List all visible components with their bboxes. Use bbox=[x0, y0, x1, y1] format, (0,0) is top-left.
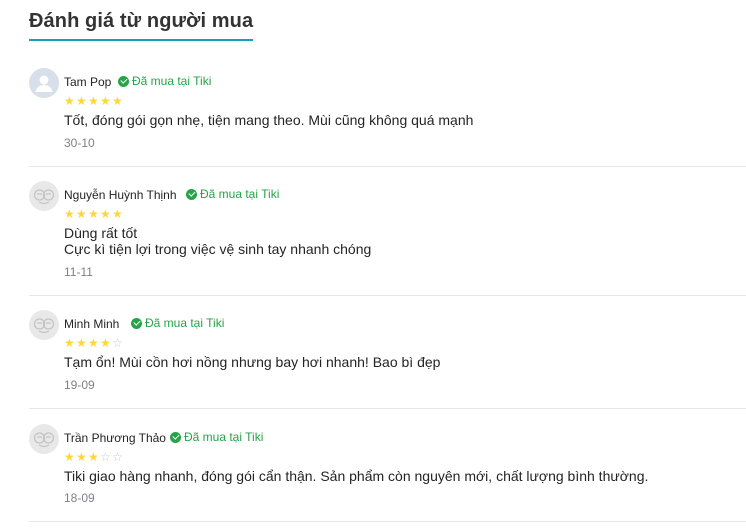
section-title: Đánh giá từ người mua bbox=[29, 10, 254, 41]
star-filled-icon: ★ bbox=[112, 94, 123, 108]
verified-purchase-label: Đã mua tại Tiki bbox=[132, 74, 212, 88]
review-item: Tam Pop Đã mua tại Tiki ★ ★ ★ ★ ★ Tốt, đ… bbox=[29, 68, 746, 167]
rating-stars: ★ ★ ★ ★ ☆ bbox=[64, 337, 124, 349]
star-filled-icon: ★ bbox=[64, 336, 75, 350]
star-filled-icon: ★ bbox=[64, 94, 75, 108]
review-item: Nguyễn Huỳnh Thịnh Đã mua tại Tiki ★ ★ ★… bbox=[29, 181, 746, 296]
verified-purchase-label: Đã mua tại Tiki bbox=[200, 187, 280, 201]
check-circle-icon bbox=[118, 75, 129, 87]
reviewer-name: Nguyễn Huỳnh Thịnh bbox=[64, 188, 177, 202]
star-filled-icon: ★ bbox=[100, 94, 111, 108]
reviewer-name: Minh Minh bbox=[64, 317, 120, 331]
star-empty-icon: ☆ bbox=[112, 336, 123, 350]
verified-purchase-badge: Đã mua tại Tiki bbox=[186, 187, 279, 201]
star-filled-icon: ★ bbox=[88, 450, 99, 464]
star-filled-icon: ★ bbox=[88, 336, 99, 350]
verified-purchase-label: Đã mua tại Tiki bbox=[184, 430, 264, 444]
star-filled-icon: ★ bbox=[76, 94, 87, 108]
check-circle-icon bbox=[131, 317, 142, 329]
review-date: 18-09 bbox=[64, 491, 95, 505]
star-filled-icon: ★ bbox=[88, 207, 99, 221]
star-filled-icon: ★ bbox=[112, 207, 123, 221]
rating-stars: ★ ★ ★ ★ ★ bbox=[64, 95, 124, 107]
review-text: Dùng rất tốt bbox=[64, 225, 138, 241]
default-avatar-icon bbox=[29, 424, 59, 454]
review-text: Tốt, đóng gói gọn nhẹ, tiện mang theo. M… bbox=[64, 112, 474, 128]
review-date: 30-10 bbox=[64, 136, 95, 150]
review-text: Cực kì tiện lợi trong việc vệ sinh tay n… bbox=[64, 241, 372, 257]
star-filled-icon: ★ bbox=[76, 450, 87, 464]
check-circle-icon bbox=[186, 188, 197, 200]
review-text: Tiki giao hàng nhanh, đóng gói cẩn thận.… bbox=[64, 468, 649, 484]
star-filled-icon: ★ bbox=[76, 336, 87, 350]
reviews-section: Đánh giá từ người mua Tam Pop Đã mua tại… bbox=[0, 0, 746, 528]
verified-purchase-badge: Đã mua tại Tiki bbox=[131, 316, 224, 330]
star-filled-icon: ★ bbox=[100, 336, 111, 350]
review-date: 11-11 bbox=[64, 265, 93, 279]
star-filled-icon: ★ bbox=[100, 207, 111, 221]
reviewer-name: Trần Phương Thảo bbox=[64, 431, 166, 445]
review-date: 19-09 bbox=[64, 378, 95, 392]
review-item: Minh Minh Đã mua tại Tiki ★ ★ ★ ★ ☆ Tạm … bbox=[29, 310, 746, 409]
review-text: Tạm ổn! Mùi cồn hơi nồng nhưng bay hơi n… bbox=[64, 354, 441, 370]
star-filled-icon: ★ bbox=[64, 207, 75, 221]
star-filled-icon: ★ bbox=[88, 94, 99, 108]
verified-purchase-label: Đã mua tại Tiki bbox=[145, 316, 225, 330]
review-item: Trần Phương Thảo Đã mua tại Tiki ★ ★ ★ ☆… bbox=[29, 424, 746, 522]
check-circle-icon bbox=[170, 431, 181, 443]
rating-stars: ★ ★ ★ ☆ ☆ bbox=[64, 451, 124, 463]
star-filled-icon: ★ bbox=[76, 207, 87, 221]
rating-stars: ★ ★ ★ ★ ★ bbox=[64, 208, 124, 220]
star-filled-icon: ★ bbox=[64, 450, 75, 464]
verified-purchase-badge: Đã mua tại Tiki bbox=[170, 430, 263, 444]
reviewer-name: Tam Pop bbox=[64, 75, 112, 89]
user-avatar-icon bbox=[29, 68, 59, 98]
verified-purchase-badge: Đã mua tại Tiki bbox=[118, 74, 211, 88]
star-empty-icon: ☆ bbox=[112, 450, 123, 464]
star-empty-icon: ☆ bbox=[100, 450, 111, 464]
default-avatar-icon bbox=[29, 310, 59, 340]
default-avatar-icon bbox=[29, 181, 59, 211]
